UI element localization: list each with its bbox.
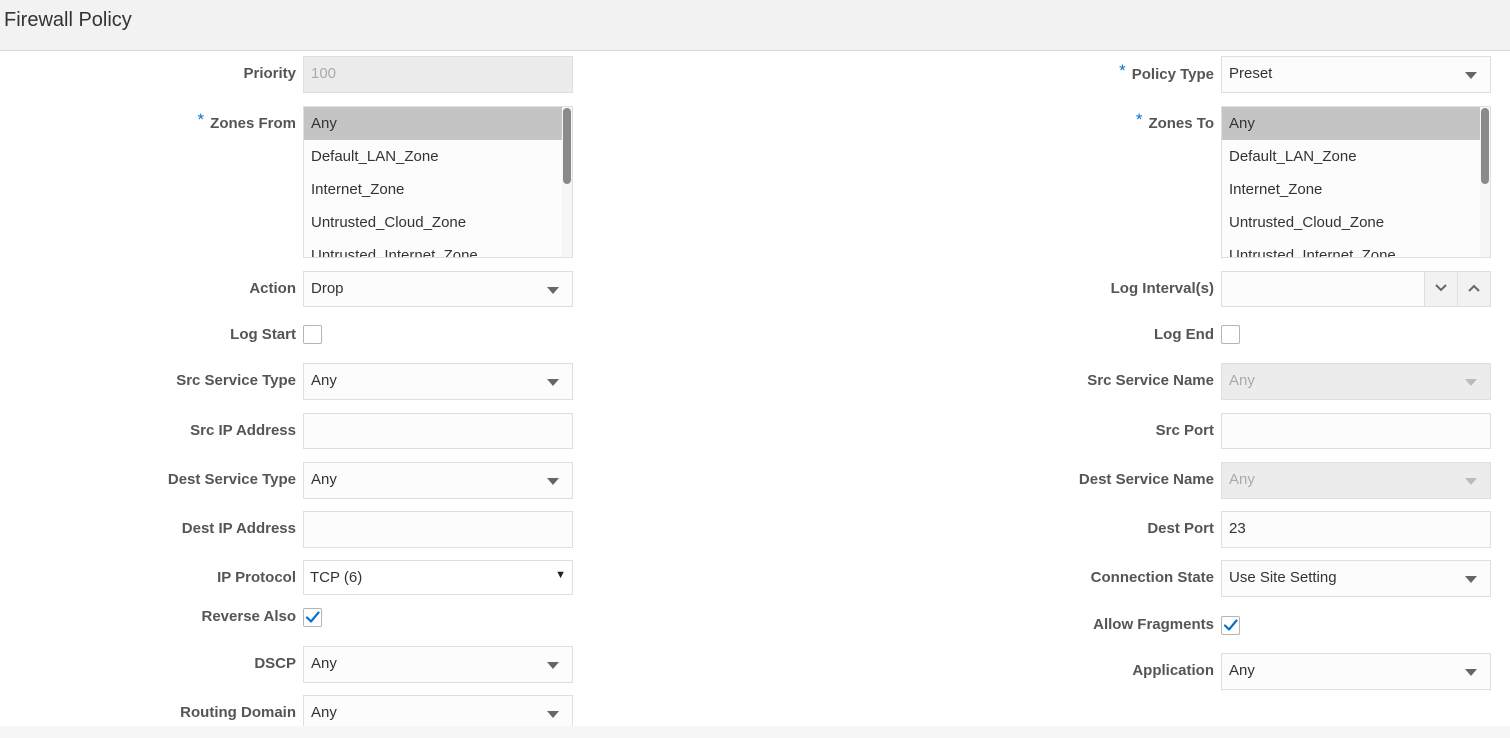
log-interval-spinner[interactable] [1221,271,1491,307]
dest-port-value: 23 [1229,520,1246,537]
application-value: Any [1229,662,1255,679]
application-select[interactable]: Any [1221,653,1491,690]
dscp-select[interactable]: Any [303,646,573,683]
allow-fragments-checkbox[interactable] [1221,616,1240,635]
dest-service-type-select[interactable]: Any [303,462,573,499]
connection-state-label: Connection State [1090,569,1214,586]
reverse-also-checkbox[interactable] [303,608,322,627]
zones-from-scrollbar[interactable] [562,107,572,257]
src-port-label: Src Port [1155,422,1214,439]
src-service-type-select[interactable]: Any [303,363,573,400]
ip-protocol-label: IP Protocol [217,569,296,586]
routing-domain-label: Routing Domain [180,704,296,721]
page-header: Firewall Policy [0,0,1510,51]
zones-from-option-default-lan-zone[interactable]: Default_LAN_Zone [304,140,563,173]
zones-to-option-untrusted-internet-zone[interactable]: Untrusted_Internet_Zone [1222,239,1481,257]
src-service-type-label: Src Service Type [176,372,296,389]
zones-from-option-any[interactable]: Any [304,107,563,140]
routing-domain-value: Any [311,704,337,721]
dest-service-name-label: Dest Service Name [1078,471,1214,488]
dest-service-type-label: Dest Service Type [167,471,296,488]
connection-state-select[interactable]: Use Site Setting [1221,560,1491,597]
dest-service-name-select[interactable]: Any [1221,462,1491,499]
zones-to-label: * Zones To [1135,110,1214,133]
log-start-label: Log Start [230,326,296,343]
application-label: Application [1132,662,1214,679]
chevron-down-icon [1465,72,1477,79]
src-service-name-value: Any [1229,372,1255,389]
ip-protocol-select[interactable]: TCP (6) ▼ [303,560,573,595]
dscp-value: Any [311,655,337,672]
checkmark-icon [305,611,320,623]
dest-port-label: Dest Port [1147,520,1214,537]
required-marker: * [197,110,205,129]
policy-type-select[interactable]: Preset [1221,56,1491,93]
zones-from-scrollbar-thumb[interactable] [563,108,571,184]
policy-type-value: Preset [1229,65,1273,82]
priority-value: 100 [311,65,337,82]
action-label: Action [249,280,296,297]
log-end-checkbox[interactable] [1221,325,1240,344]
zones-to-scrollbar[interactable] [1480,107,1490,257]
src-port-input[interactable] [1221,413,1491,449]
required-marker: * [1135,110,1143,129]
chevron-down-icon [1465,576,1477,583]
zones-from-listbox[interactable]: Any Default_LAN_Zone Internet_Zone Untru… [303,106,573,258]
reverse-also-label: Reverse Also [201,608,297,625]
chevron-down-icon [1465,379,1477,386]
src-service-name-label: Src Service Name [1087,372,1214,389]
zones-to-scrollbar-thumb[interactable] [1481,108,1489,184]
chevron-down-icon [1465,478,1477,485]
required-marker: * [1119,61,1126,80]
src-service-name-select[interactable]: Any [1221,363,1491,400]
dest-ip-address-label: Dest IP Address [181,520,296,537]
page-title: Firewall Policy [4,9,132,31]
zones-from-label: * Zones From [197,110,296,133]
zones-to-option-any[interactable]: Any [1222,107,1481,140]
priority-label: Priority [243,65,296,82]
dscp-label: DSCP [254,655,296,672]
allow-fragments-label: Allow Fragments [1093,616,1214,633]
increment-button[interactable] [1457,272,1490,306]
ip-protocol-value: TCP (6) [310,569,363,586]
decrement-button[interactable] [1424,272,1457,306]
dest-service-name-value: Any [1229,471,1255,488]
zones-from-option-untrusted-internet-zone[interactable]: Untrusted_Internet_Zone [304,239,563,257]
log-interval-label: Log Interval(s) [1110,280,1214,297]
bottom-edge [0,726,1510,738]
chevron-down-icon [547,662,559,669]
chevron-down-icon [547,478,559,485]
src-service-type-value: Any [311,372,337,389]
dest-service-type-value: Any [311,471,337,488]
zones-to-option-untrusted-cloud-zone[interactable]: Untrusted_Cloud_Zone [1222,206,1481,239]
dest-port-input[interactable]: 23 [1221,511,1491,548]
connection-state-value: Use Site Setting [1229,569,1337,586]
src-ip-address-label: Src IP Address [190,422,296,439]
chevron-down-icon [547,287,559,294]
chevron-down-icon [1465,669,1477,676]
src-ip-address-input[interactable] [303,413,573,449]
chevron-up-icon [1468,284,1480,292]
zones-to-option-internet-zone[interactable]: Internet_Zone [1222,173,1481,206]
zones-to-option-default-lan-zone[interactable]: Default_LAN_Zone [1222,140,1481,173]
zones-from-option-internet-zone[interactable]: Internet_Zone [304,173,563,206]
chevron-down-icon [547,379,559,386]
caret-down-icon: ▼ [555,569,566,581]
zones-to-listbox[interactable]: Any Default_LAN_Zone Internet_Zone Untru… [1221,106,1491,258]
action-value: Drop [311,280,344,297]
chevron-down-icon [1435,284,1447,292]
zones-from-option-untrusted-cloud-zone[interactable]: Untrusted_Cloud_Zone [304,206,563,239]
action-select[interactable]: Drop [303,271,573,307]
priority-input[interactable]: 100 [303,56,573,93]
log-end-label: Log End [1154,326,1214,343]
dest-ip-address-input[interactable] [303,511,573,548]
policy-type-label: * Policy Type [1119,61,1214,84]
checkmark-icon [1223,619,1238,631]
chevron-down-icon [547,711,559,718]
log-start-checkbox[interactable] [303,325,322,344]
